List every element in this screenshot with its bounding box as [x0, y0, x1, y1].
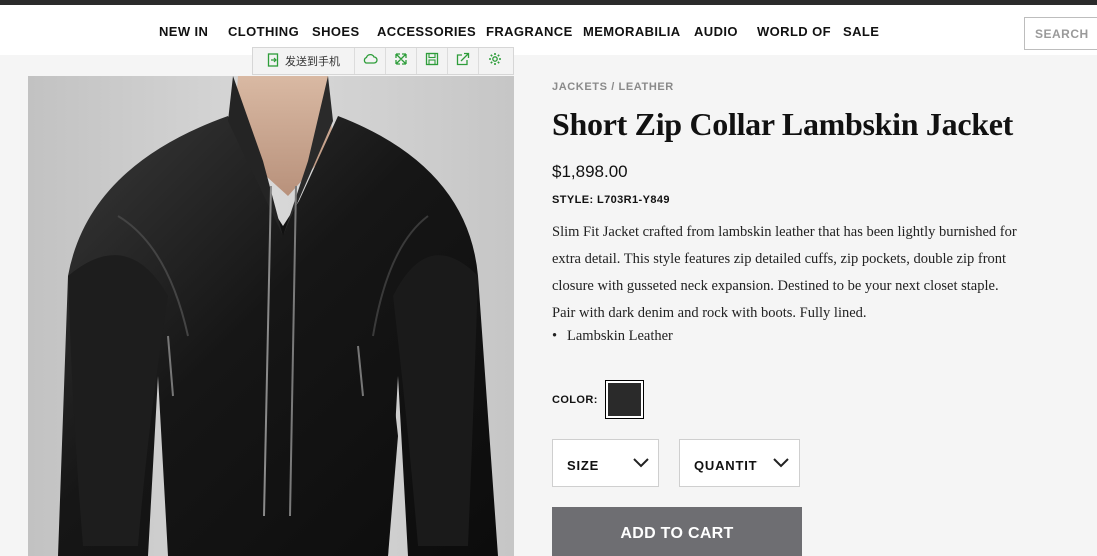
nav-accessories[interactable]: ACCESSORIES	[377, 24, 476, 39]
nav-clothing[interactable]: CLOTHING	[228, 24, 299, 39]
product-description: Slim Fit Jacket crafted from lambskin le…	[552, 224, 1017, 321]
settings-button[interactable]	[479, 48, 510, 74]
share-icon	[456, 52, 470, 71]
bullet-text: Lambskin Leather	[567, 328, 673, 344]
product-image	[28, 76, 514, 556]
nav-sale[interactable]: SALE	[843, 24, 879, 39]
expand-icon	[394, 52, 408, 71]
style-label: STYLE:	[552, 194, 594, 206]
send-to-phone-label: 发送到手机	[285, 55, 340, 68]
product-price: $1,898.00	[552, 162, 628, 181]
nav-audio[interactable]: AUDIO	[694, 24, 738, 39]
cloud-icon	[362, 52, 378, 70]
browser-toolbar: 发送到手机	[252, 47, 514, 75]
color-label: COLOR:	[552, 394, 598, 406]
cloud-button[interactable]	[355, 48, 386, 74]
expand-button[interactable]	[386, 48, 417, 74]
product-title: Short Zip Collar Lambskin Jacket	[552, 106, 1013, 142]
breadcrumb-leather[interactable]: LEATHER	[619, 81, 674, 93]
chevron-down-icon	[633, 458, 649, 468]
nav-memorabilia[interactable]: MEMORABILIA	[583, 24, 681, 39]
breadcrumb-jackets[interactable]: JACKETS	[552, 81, 608, 93]
main-nav: NEW IN CLOTHING SHOES ACCESSORIES FRAGRA…	[0, 5, 1097, 55]
size-select-label: SIZE	[567, 458, 600, 473]
search-input[interactable]	[1024, 17, 1097, 50]
quantity-select[interactable]: QUANTITY	[679, 439, 800, 487]
send-to-phone-icon	[267, 52, 280, 70]
nav-fragrance[interactable]: FRAGRANCE	[486, 24, 573, 39]
save-icon	[425, 52, 439, 71]
save-button[interactable]	[417, 48, 448, 74]
style-code: STYLE: L703R1-Y849	[552, 194, 670, 206]
color-swatch[interactable]	[605, 380, 644, 419]
settings-icon	[488, 52, 502, 71]
size-select[interactable]: SIZE	[552, 439, 659, 487]
quantity-select-label: QUANTITY	[694, 458, 758, 473]
share-button[interactable]	[448, 48, 479, 74]
feature-bullet: • Lambskin Leather	[552, 328, 673, 345]
chevron-down-icon	[773, 458, 789, 468]
style-value: L703R1-Y849	[596, 194, 670, 206]
nav-world-of[interactable]: WORLD OF	[757, 24, 831, 39]
color-swatch-fill	[608, 383, 641, 416]
breadcrumb-separator: /	[611, 81, 615, 93]
add-to-cart-button[interactable]: ADD TO CART	[552, 507, 802, 556]
nav-shoes[interactable]: SHOES	[312, 24, 360, 39]
nav-new-in[interactable]: NEW IN	[159, 24, 208, 39]
bullet-dot: •	[552, 328, 558, 344]
send-to-phone-button[interactable]: 发送到手机	[253, 48, 355, 74]
breadcrumb: JACKETS / LEATHER	[552, 81, 674, 93]
